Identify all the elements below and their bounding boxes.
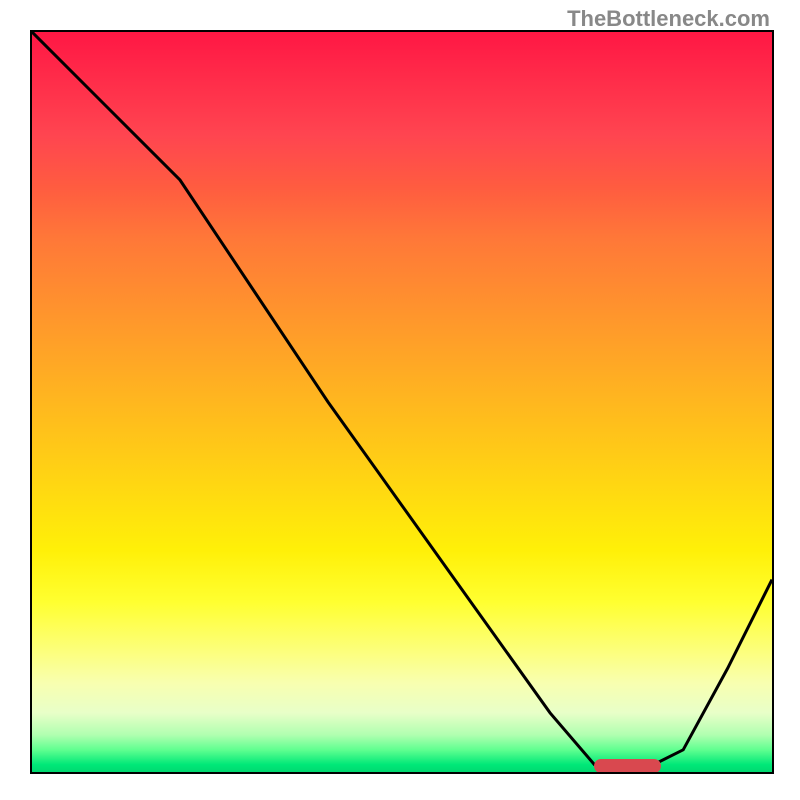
watermark-text: TheBottleneck.com (567, 6, 770, 32)
optimal-marker (594, 759, 661, 773)
chart-container: TheBottleneck.com (0, 0, 800, 800)
plot-area (30, 30, 774, 774)
bottleneck-curve (32, 32, 772, 772)
